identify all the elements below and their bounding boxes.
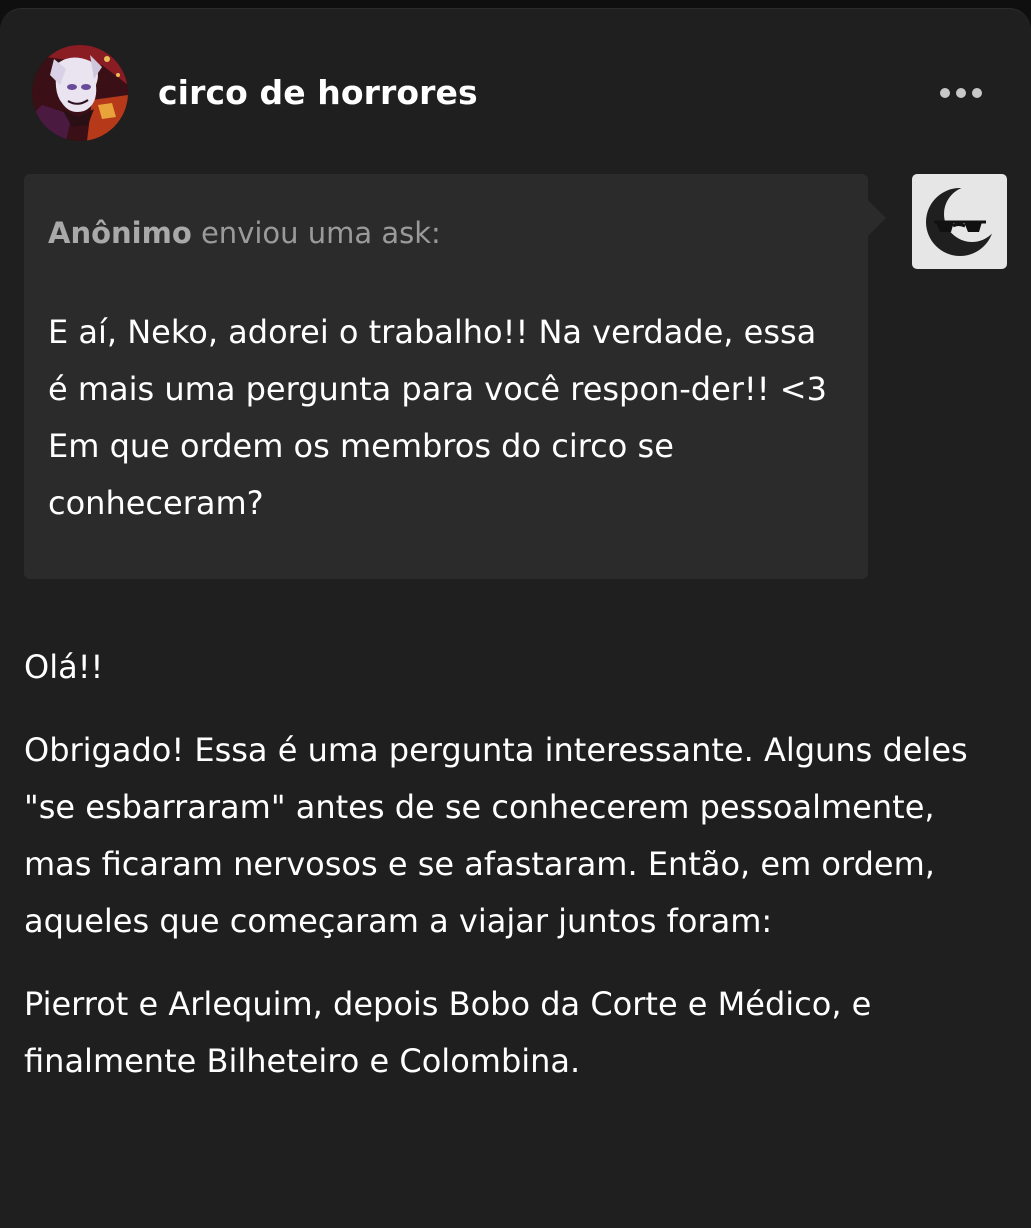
answer-body: Olá!! Obrigado! Essa é uma pergunta inte… (24, 639, 984, 1116)
blog-avatar-image (32, 45, 128, 141)
blog-name[interactable]: circo de horrores (158, 73, 478, 112)
ask-action-text: enviou uma ask: (200, 216, 441, 250)
post-header: circo de horrores (32, 45, 991, 141)
answer-paragraph-1: Olá!! (24, 648, 104, 686)
ask-question: E aí, Neko, adorei o trabalho!! Na verda… (48, 313, 827, 522)
ask-header: Anônimo enviou uma ask: (48, 216, 441, 250)
answer-paragraph-3: Pierrot e Arlequim, depois Bobo da Corte… (24, 985, 872, 1080)
blog-avatar[interactable] (32, 45, 128, 141)
asker-name: Anônimo (48, 216, 192, 250)
ask-bubble: Anônimo enviou uma ask: E aí, Neko, ador… (24, 174, 886, 579)
anonymous-avatar (912, 174, 1007, 269)
anonymous-sunglasses-avatar-icon (925, 185, 1000, 256)
more-horizontal-icon (940, 88, 982, 98)
answer-paragraph-2: Obrigado! Essa é uma pergunta interessan… (24, 731, 968, 940)
more-options-button[interactable] (931, 75, 991, 111)
post-card: circo de horrores Anônimo enviou uma ask… (0, 8, 1031, 1228)
